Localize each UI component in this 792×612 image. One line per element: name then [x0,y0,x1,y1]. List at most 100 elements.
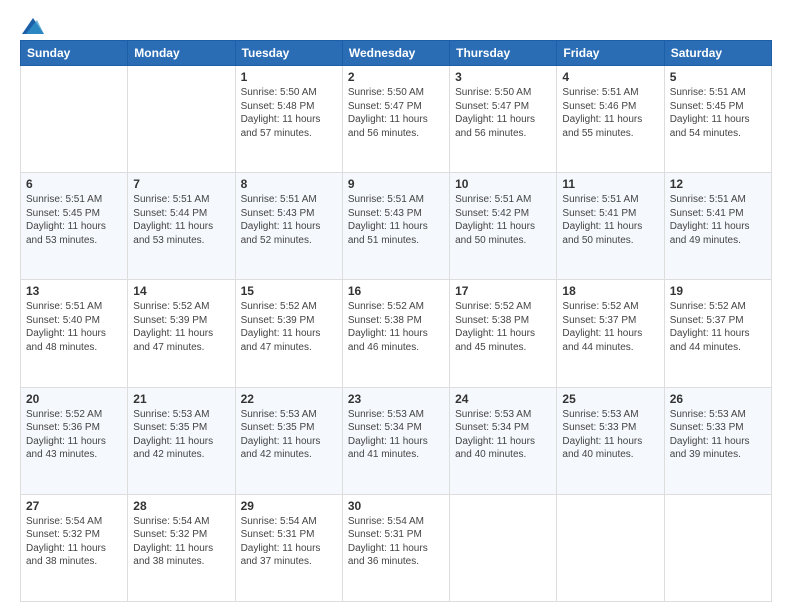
calendar-cell: 19 Sunrise: 5:52 AM Sunset: 5:37 PM Dayli… [664,280,771,387]
day-info: Sunrise: 5:52 AM Sunset: 5:39 PM Dayligh… [241,300,337,354]
day-number: 6 [26,177,122,191]
day-number: 1 [241,70,337,84]
day-info: Sunrise: 5:53 AM Sunset: 5:35 PM Dayligh… [133,408,229,462]
calendar-week-row: 13 Sunrise: 5:51 AM Sunset: 5:40 PM Dayli… [21,280,772,387]
day-number: 5 [670,70,766,84]
day-number: 23 [348,392,444,406]
calendar-cell: 9 Sunrise: 5:51 AM Sunset: 5:43 PM Daylig… [342,173,449,280]
calendar-cell: 4Sunrise: 5:51 AM Sunset: 5:46 PM Daylig… [557,66,664,173]
header [20,18,772,34]
day-number: 22 [241,392,337,406]
day-info: Sunrise: 5:51 AM Sunset: 5:45 PM Dayligh… [26,193,122,247]
calendar-cell: 2 Sunrise: 5:50 AM Sunset: 5:47 PM Daylig… [342,66,449,173]
day-number: 12 [670,177,766,191]
day-info: Sunrise: 5:52 AM Sunset: 5:39 PM Dayligh… [133,300,229,354]
day-info: Sunrise: 5:54 AM Sunset: 5:31 PM Dayligh… [348,515,444,569]
day-info: Sunrise: 5:53 AM Sunset: 5:33 PM Dayligh… [670,408,766,462]
day-info: Sunrise: 5:54 AM Sunset: 5:32 PM Dayligh… [26,515,122,569]
day-header-tuesday: Tuesday [235,41,342,66]
day-info: Sunrise: 5:51 AM Sunset: 5:42 PM Dayligh… [455,193,551,247]
day-number: 9 [348,177,444,191]
calendar-cell: 26Sunrise: 5:53 AM Sunset: 5:33 PM Dayli… [664,387,771,494]
day-info: Sunrise: 5:51 AM Sunset: 5:43 PM Dayligh… [241,193,337,247]
calendar-week-row: 6 Sunrise: 5:51 AM Sunset: 5:45 PM Daylig… [21,173,772,280]
calendar-week-row: 27 Sunrise: 5:54 AM Sunset: 5:32 PM Dayli… [21,494,772,601]
calendar-cell [128,66,235,173]
calendar-cell: 29 Sunrise: 5:54 AM Sunset: 5:31 PM Dayli… [235,494,342,601]
calendar-cell: 23 Sunrise: 5:53 AM Sunset: 5:34 PM Dayli… [342,387,449,494]
calendar-cell [21,66,128,173]
day-number: 15 [241,284,337,298]
calendar-cell: 3Sunrise: 5:50 AM Sunset: 5:47 PM Daylig… [450,66,557,173]
day-info: Sunrise: 5:51 AM Sunset: 5:44 PM Dayligh… [133,193,229,247]
calendar-cell: 28Sunrise: 5:54 AM Sunset: 5:32 PM Dayli… [128,494,235,601]
day-number: 4 [562,70,658,84]
logo [20,18,44,34]
day-header-sunday: Sunday [21,41,128,66]
day-number: 16 [348,284,444,298]
calendar-cell: 21 Sunrise: 5:53 AM Sunset: 5:35 PM Dayli… [128,387,235,494]
day-header-friday: Friday [557,41,664,66]
day-number: 10 [455,177,551,191]
day-number: 11 [562,177,658,191]
day-number: 3 [455,70,551,84]
day-info: Sunrise: 5:51 AM Sunset: 5:40 PM Dayligh… [26,300,122,354]
day-info: Sunrise: 5:53 AM Sunset: 5:34 PM Dayligh… [348,408,444,462]
day-number: 17 [455,284,551,298]
calendar-week-row: 20 Sunrise: 5:52 AM Sunset: 5:36 PM Dayli… [21,387,772,494]
calendar-cell [450,494,557,601]
day-info: Sunrise: 5:50 AM Sunset: 5:48 PM Dayligh… [241,86,337,140]
day-number: 25 [562,392,658,406]
day-info: Sunrise: 5:53 AM Sunset: 5:33 PM Dayligh… [562,408,658,462]
calendar-cell: 27 Sunrise: 5:54 AM Sunset: 5:32 PM Dayli… [21,494,128,601]
calendar-cell: 16 Sunrise: 5:52 AM Sunset: 5:38 PM Dayli… [342,280,449,387]
calendar-cell: 20 Sunrise: 5:52 AM Sunset: 5:36 PM Dayli… [21,387,128,494]
calendar-header-row: SundayMondayTuesdayWednesdayThursdayFrid… [21,41,772,66]
calendar-cell: 6 Sunrise: 5:51 AM Sunset: 5:45 PM Daylig… [21,173,128,280]
day-number: 29 [241,499,337,513]
calendar-cell: 14 Sunrise: 5:52 AM Sunset: 5:39 PM Dayli… [128,280,235,387]
day-number: 13 [26,284,122,298]
day-number: 2 [348,70,444,84]
day-info: Sunrise: 5:50 AM Sunset: 5:47 PM Dayligh… [348,86,444,140]
day-info: Sunrise: 5:51 AM Sunset: 5:45 PM Dayligh… [670,86,766,140]
calendar-cell: 12 Sunrise: 5:51 AM Sunset: 5:41 PM Dayli… [664,173,771,280]
day-number: 27 [26,499,122,513]
day-number: 24 [455,392,551,406]
day-header-wednesday: Wednesday [342,41,449,66]
day-number: 30 [348,499,444,513]
day-number: 14 [133,284,229,298]
day-info: Sunrise: 5:54 AM Sunset: 5:32 PM Dayligh… [133,515,229,569]
calendar-cell: 22 Sunrise: 5:53 AM Sunset: 5:35 PM Dayli… [235,387,342,494]
day-info: Sunrise: 5:53 AM Sunset: 5:35 PM Dayligh… [241,408,337,462]
day-info: Sunrise: 5:52 AM Sunset: 5:37 PM Dayligh… [670,300,766,354]
day-info: Sunrise: 5:52 AM Sunset: 5:38 PM Dayligh… [348,300,444,354]
day-header-saturday: Saturday [664,41,771,66]
day-header-thursday: Thursday [450,41,557,66]
calendar-cell: 8Sunrise: 5:51 AM Sunset: 5:43 PM Daylig… [235,173,342,280]
day-info: Sunrise: 5:52 AM Sunset: 5:36 PM Dayligh… [26,408,122,462]
calendar-cell: 18Sunrise: 5:52 AM Sunset: 5:37 PM Dayli… [557,280,664,387]
day-number: 19 [670,284,766,298]
calendar-cell: 24 Sunrise: 5:53 AM Sunset: 5:34 PM Dayli… [450,387,557,494]
day-info: Sunrise: 5:51 AM Sunset: 5:41 PM Dayligh… [562,193,658,247]
calendar-cell: 13 Sunrise: 5:51 AM Sunset: 5:40 PM Dayli… [21,280,128,387]
logo-icon [22,18,44,34]
calendar-cell: 15 Sunrise: 5:52 AM Sunset: 5:39 PM Dayli… [235,280,342,387]
day-number: 21 [133,392,229,406]
day-info: Sunrise: 5:52 AM Sunset: 5:37 PM Dayligh… [562,300,658,354]
calendar-cell: 7 Sunrise: 5:51 AM Sunset: 5:44 PM Daylig… [128,173,235,280]
day-number: 7 [133,177,229,191]
day-info: Sunrise: 5:54 AM Sunset: 5:31 PM Dayligh… [241,515,337,569]
calendar-cell [664,494,771,601]
calendar-cell: 11 Sunrise: 5:51 AM Sunset: 5:41 PM Dayli… [557,173,664,280]
day-info: Sunrise: 5:53 AM Sunset: 5:34 PM Dayligh… [455,408,551,462]
calendar-table: SundayMondayTuesdayWednesdayThursdayFrid… [20,40,772,602]
calendar-cell: 17Sunrise: 5:52 AM Sunset: 5:38 PM Dayli… [450,280,557,387]
calendar-cell: 25 Sunrise: 5:53 AM Sunset: 5:33 PM Dayli… [557,387,664,494]
calendar-cell [557,494,664,601]
day-number: 20 [26,392,122,406]
day-info: Sunrise: 5:51 AM Sunset: 5:41 PM Dayligh… [670,193,766,247]
calendar-cell: 30 Sunrise: 5:54 AM Sunset: 5:31 PM Dayli… [342,494,449,601]
day-info: Sunrise: 5:51 AM Sunset: 5:43 PM Dayligh… [348,193,444,247]
